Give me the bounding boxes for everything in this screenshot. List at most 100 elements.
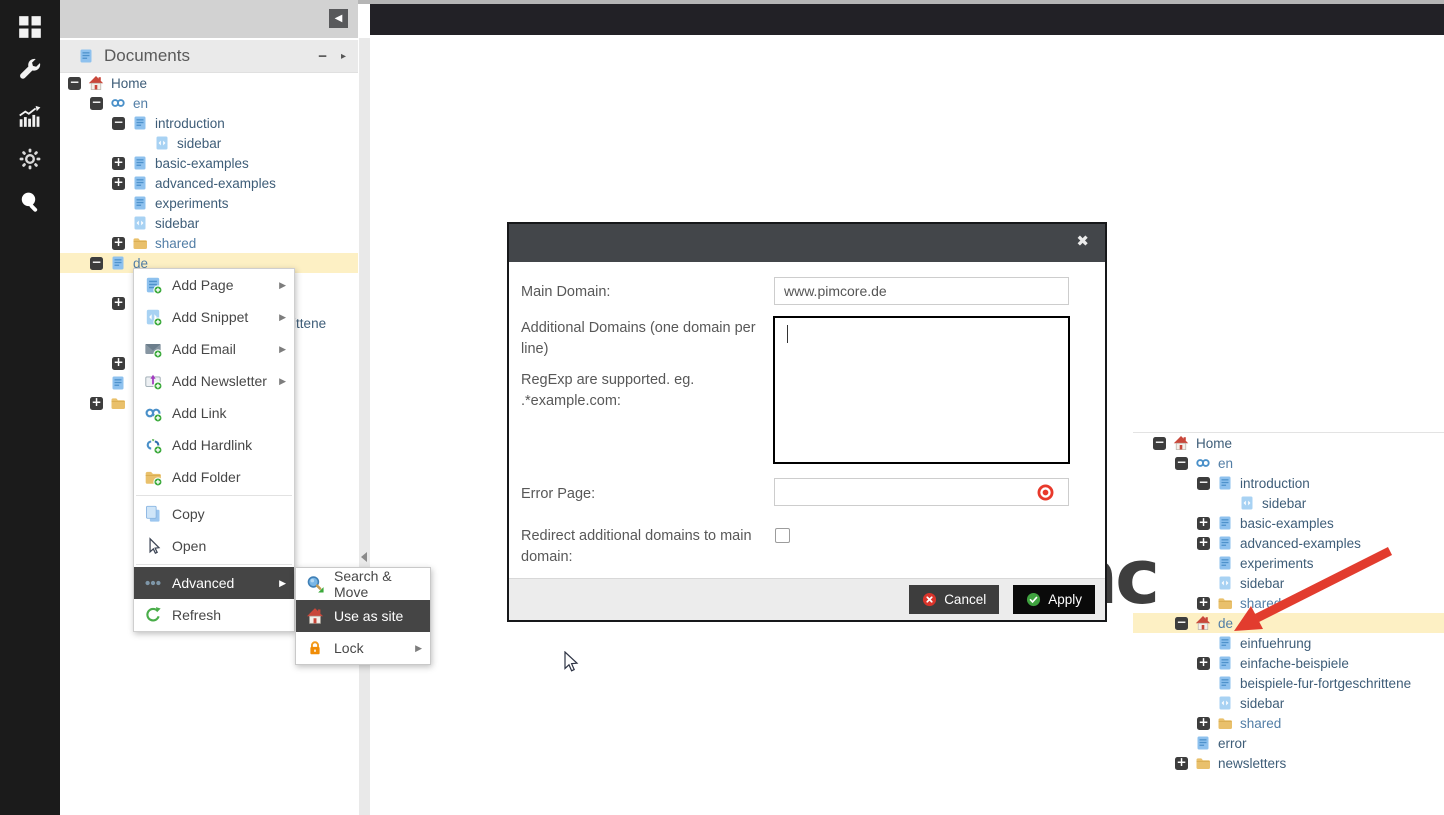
menu-item-add-newsletter[interactable]: Add Newsletter▶ [134, 365, 294, 397]
collapse-expander-icon[interactable]: − [1175, 617, 1188, 630]
tree-item-advanced-examples[interactable]: + advanced-examples [60, 173, 358, 193]
tree-item-beispiele-fur-fortgeschrittene[interactable]: beispiele-fur-fortgeschrittene [1133, 673, 1444, 693]
cancel-button[interactable]: Cancel [909, 585, 999, 614]
tree-item-basic-examples[interactable]: +basic-examples [1133, 513, 1444, 533]
apps-grid-icon[interactable] [17, 14, 43, 40]
expand-expander-icon[interactable]: + [90, 397, 103, 410]
tree-item-en[interactable]: −en [1133, 453, 1444, 473]
tree-item-shared[interactable]: +shared [1133, 713, 1444, 733]
add-hardlink-icon [144, 436, 162, 454]
page-icon [1217, 635, 1233, 651]
main-domain-input[interactable] [774, 277, 1069, 305]
expand-expander-icon[interactable]: + [112, 357, 125, 370]
page-icon [1217, 515, 1233, 531]
tree-item-sidebar[interactable]: sidebar [60, 133, 358, 153]
tree-item-shared[interactable]: +shared [60, 233, 358, 253]
tree-item-experiments[interactable]: experiments [1133, 553, 1444, 573]
collapse-expander-icon[interactable]: − [90, 97, 103, 110]
tree-item-label: advanced-examples [1240, 536, 1361, 551]
menu-item-copy[interactable]: Copy [134, 498, 294, 530]
documents-icon [78, 48, 94, 64]
menu-item-add-page[interactable]: Add Page▶ [134, 269, 294, 301]
stats-icon[interactable] [17, 103, 43, 129]
collapse-expander-icon[interactable]: − [90, 257, 103, 270]
folder-icon [110, 395, 126, 411]
menu-item-search-move[interactable]: Search & Move [296, 568, 430, 600]
collapse-expander-icon[interactable]: − [1197, 477, 1210, 490]
mouse-cursor-icon [563, 651, 583, 675]
panel-minimize-icon[interactable]: − [318, 48, 327, 65]
additional-domains-textarea[interactable] [773, 316, 1070, 464]
tree-item-introduction[interactable]: −introduction [60, 113, 358, 133]
open-icon [144, 537, 162, 555]
expand-expander-icon[interactable]: + [112, 157, 125, 170]
close-icon[interactable]: ✖ [1076, 234, 1089, 249]
link-icon [110, 95, 126, 111]
expand-expander-icon[interactable]: + [1197, 657, 1210, 670]
collapse-expander-icon[interactable]: − [1153, 437, 1166, 450]
wrench-icon[interactable] [17, 58, 43, 84]
tree-item-sidebar[interactable]: sidebar [1133, 573, 1444, 593]
expand-expander-icon[interactable]: + [1197, 537, 1210, 550]
error-page-target-icon[interactable] [1037, 484, 1054, 501]
tree-item-Home[interactable]: −Home [60, 73, 358, 93]
menu-item-add-folder[interactable]: Add Folder [134, 461, 294, 493]
expand-expander-icon[interactable]: + [112, 237, 125, 250]
tree-item-sidebar[interactable]: sidebar [60, 213, 358, 233]
documents-panel-header[interactable]: Documents − ▸ [60, 40, 358, 73]
tree-item-sidebar[interactable]: sidebar [1133, 493, 1444, 513]
error-page-input[interactable] [774, 478, 1069, 506]
tree-item-label: introduction [1240, 476, 1310, 491]
expand-expander-icon[interactable]: + [1175, 757, 1188, 770]
menu-item-use-as-site[interactable]: Use as site [296, 600, 430, 632]
tree-item-einfuehrung[interactable]: einfuehrung [1133, 633, 1444, 653]
menu-item-add-email[interactable]: Add Email▶ [134, 333, 294, 365]
apply-button[interactable]: Apply [1013, 585, 1095, 614]
menu-item-label: Copy [172, 506, 286, 522]
expander-spacer [134, 137, 147, 150]
collapse-expander-icon[interactable]: − [112, 117, 125, 130]
collapse-expander-icon[interactable]: − [68, 77, 81, 90]
menu-item-refresh[interactable]: Refresh [134, 599, 294, 631]
expand-expander-icon[interactable]: + [1197, 717, 1210, 730]
expand-expander-icon[interactable]: + [112, 177, 125, 190]
result-documents-tree: −Home−en−introductionsidebar+basic-examp… [1133, 433, 1444, 773]
menu-item-label: Add Email [172, 341, 279, 357]
menu-item-add-snippet[interactable]: Add Snippet▶ [134, 301, 294, 333]
menu-item-open[interactable]: Open [134, 530, 294, 562]
tree-item-error[interactable]: error [1133, 733, 1444, 753]
panel-splitter[interactable] [358, 38, 370, 815]
gear-icon[interactable] [17, 146, 43, 172]
tree-item-sidebar[interactable]: sidebar [1133, 693, 1444, 713]
tree-item-Home[interactable]: −Home [1133, 433, 1444, 453]
tree-item-advanced-examples[interactable]: + advanced-examples [1133, 533, 1444, 553]
tree-item-shared[interactable]: +shared [1133, 593, 1444, 613]
menu-item-add-link[interactable]: Add Link [134, 397, 294, 429]
search-icon[interactable] [17, 189, 43, 215]
advanced-submenu: Search & MoveUse as siteLock▶ [295, 567, 431, 665]
tree-item-en[interactable]: −en [60, 93, 358, 113]
tree-item-newsletters[interactable]: +newsletters [1133, 753, 1444, 773]
snippet-icon [154, 135, 170, 151]
panel-expand-icon[interactable]: ▸ [341, 51, 346, 62]
collapse-expander-icon[interactable]: − [1175, 457, 1188, 470]
menu-item-advanced[interactable]: Advanced▶ [134, 567, 294, 599]
redirect-checkbox[interactable] [775, 528, 790, 543]
tree-item-einfache-beispiele[interactable]: +einfache-beispiele [1133, 653, 1444, 673]
tree-item-basic-examples[interactable]: +basic-examples [60, 153, 358, 173]
expand-expander-icon[interactable]: + [1197, 517, 1210, 530]
tree-item-label: advanced-examples [155, 176, 276, 191]
tree-item-de[interactable]: −de [1133, 613, 1444, 633]
tree-item-label: experiments [155, 196, 229, 211]
splitter-collapse-icon[interactable] [361, 552, 367, 562]
page-icon [110, 255, 126, 271]
tree-item-introduction[interactable]: − introduction [1133, 473, 1444, 493]
menu-item-add-hardlink[interactable]: Add Hardlink [134, 429, 294, 461]
menu-item-lock[interactable]: Lock▶ [296, 632, 430, 664]
expand-expander-icon[interactable]: + [112, 297, 125, 310]
panel-collapse-button[interactable]: ◀ [329, 9, 348, 28]
chevron-right-icon: ▶ [415, 643, 422, 654]
expand-expander-icon[interactable]: + [1197, 597, 1210, 610]
tree-item-experiments[interactable]: experiments [60, 193, 358, 213]
menu-item-label: Add Folder [172, 469, 286, 485]
